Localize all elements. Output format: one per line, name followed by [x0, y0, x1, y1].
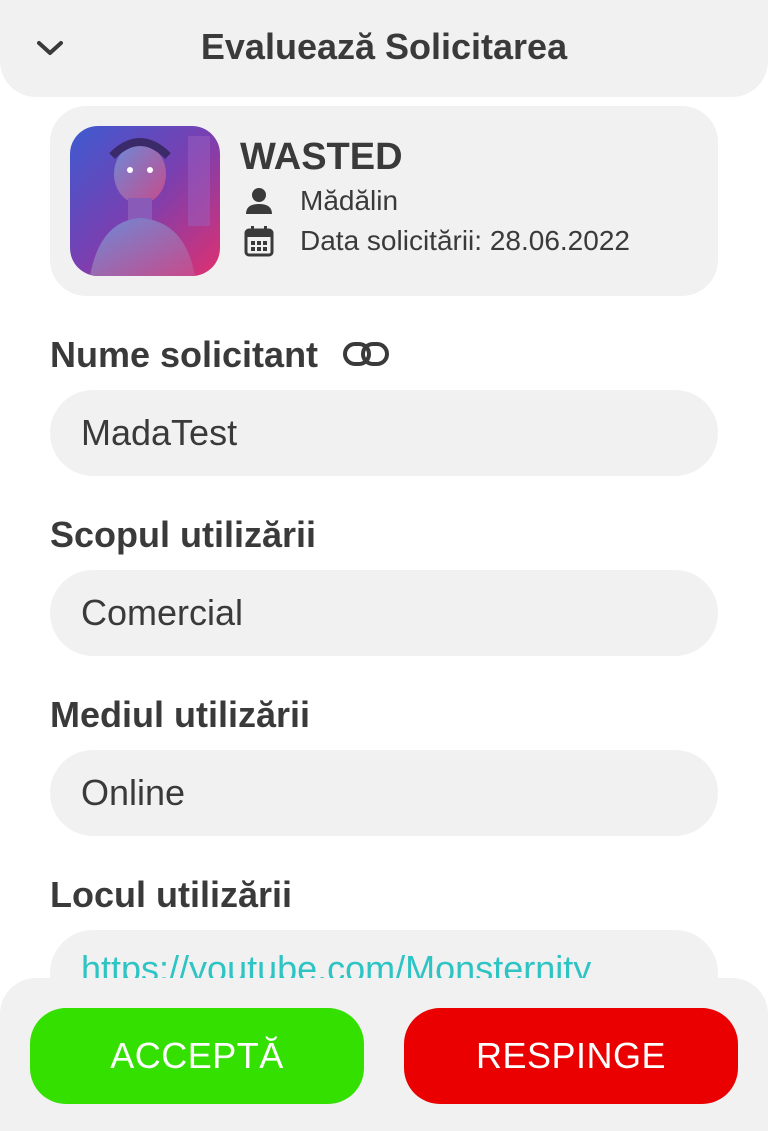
- artwork-title: WASTED: [240, 136, 403, 178]
- header-bar: Evaluează Solicitarea: [0, 0, 768, 97]
- usage-place-label: Locul utilizării: [50, 874, 293, 915]
- applicant-name-field[interactable]: MadaTest: [50, 390, 718, 476]
- artwork-thumbnail[interactable]: [70, 126, 220, 276]
- page-title: Evaluează Solicitarea: [200, 26, 568, 67]
- author-row: Mădălin: [242, 184, 398, 218]
- link-icon[interactable]: [342, 334, 390, 376]
- accept-button[interactable]: ACCEPTĂ: [30, 1008, 364, 1104]
- applicant-name-label-text: Nume solicitant: [50, 334, 319, 375]
- usage-medium-field[interactable]: Online: [50, 750, 718, 836]
- usage-purpose-field[interactable]: Comercial: [50, 570, 718, 656]
- action-bar: ACCEPTĂ RESPINGE: [0, 978, 768, 1131]
- request-summary-card: WASTED Mădălin Data solicitării: 28.06.2…: [50, 106, 718, 296]
- date-row: Data solicitării: 28.06.2022: [242, 224, 630, 258]
- usage-purpose-label: Scopul utilizării: [50, 514, 317, 555]
- request-date: Data solicitării: 28.06.2022: [300, 225, 630, 256]
- author-name: Mădălin: [300, 185, 399, 216]
- calendar-icon: [242, 224, 276, 258]
- usage-medium-label: Mediul utilizării: [50, 694, 311, 735]
- reject-button[interactable]: RESPINGE: [404, 1008, 738, 1104]
- person-icon: [242, 184, 276, 218]
- applicant-name-label: Nume solicitant: [50, 334, 390, 376]
